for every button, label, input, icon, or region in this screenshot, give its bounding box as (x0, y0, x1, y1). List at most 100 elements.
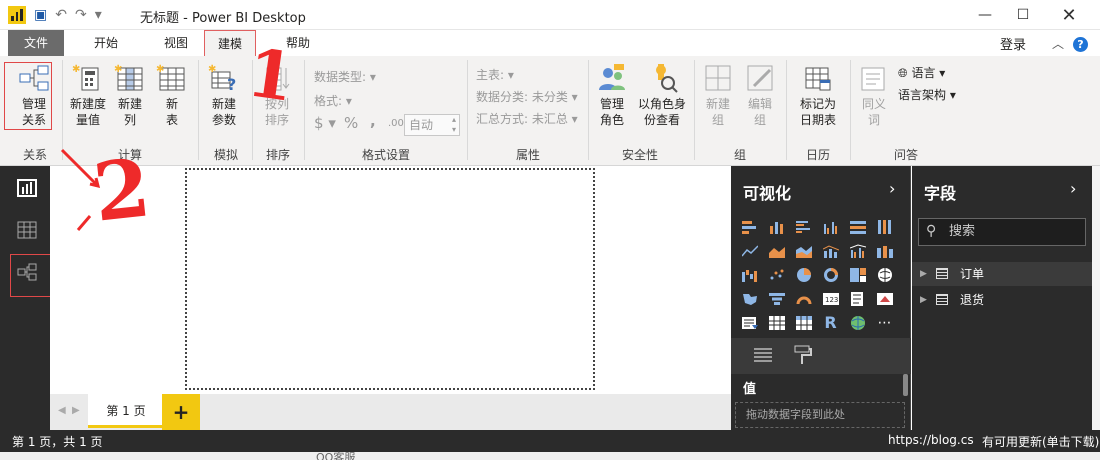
save-icon[interactable]: ▣ (34, 6, 47, 24)
filled-map-icon[interactable] (739, 288, 760, 309)
view-as-roles-button[interactable]: 以角色身 份查看 (634, 62, 690, 128)
maximize-button[interactable]: ☐ (1000, 0, 1046, 30)
area-chart-icon[interactable] (766, 240, 787, 261)
percent-format-button[interactable]: % (344, 114, 358, 132)
language-dropdown[interactable]: 🌐︎ 语言 ▾ (898, 64, 945, 81)
spinner-icon[interactable]: ▴ ▾ (452, 115, 456, 135)
currency-format-button[interactable]: $ ▾ (314, 114, 336, 132)
redo-icon[interactable]: ↷ (75, 6, 87, 24)
edit-group-icon (747, 65, 773, 91)
donut-chart-icon[interactable] (820, 264, 841, 285)
tab-view[interactable]: 视图 (148, 30, 204, 56)
tab-home[interactable]: 开始 (78, 30, 134, 56)
new-column-button[interactable]: ✱ 新建 列 (112, 62, 148, 128)
100-stacked-bar-icon[interactable] (847, 216, 868, 237)
group-label-calendars: 日历 (805, 148, 830, 162)
decimal-places-button[interactable]: .00 (388, 118, 404, 129)
help-icon[interactable]: ? (1073, 37, 1088, 52)
more-visuals-icon[interactable]: ⋯ (874, 312, 895, 333)
home-table-dropdown[interactable]: 主表: ▾ (476, 66, 514, 83)
ribbon-chart-icon[interactable] (874, 240, 895, 261)
data-type-dropdown[interactable]: 数据类型: ▾ (314, 68, 376, 85)
line-and-column-chart-icon[interactable] (820, 240, 841, 261)
treemap-icon[interactable] (847, 264, 868, 285)
undo-icon[interactable]: ↶ (55, 6, 67, 24)
collapse-visualizations-icon[interactable]: › (889, 179, 895, 198)
fields-wells-tab-icon[interactable] (753, 346, 773, 367)
stacked-bar-chart-icon[interactable] (739, 216, 760, 237)
new-group-button[interactable]: 新建 组 (700, 62, 736, 128)
customize-dropdown-icon[interactable]: ▾ (95, 6, 102, 24)
background-window-edge (1092, 166, 1100, 430)
report-page-canvas[interactable] (185, 168, 595, 390)
new-parameter-button[interactable]: ? ✱ 新建 参数 (204, 62, 244, 128)
stacked-column-chart-icon[interactable] (766, 216, 787, 237)
annotation-number-one: 1 (242, 33, 300, 117)
data-category-dropdown[interactable]: 数据分类: 未分类 ▾ (476, 88, 578, 105)
edit-group-label: 编辑 组 (747, 97, 772, 127)
data-view-icon[interactable] (17, 221, 37, 239)
page-tab-1[interactable]: 第 1 页 (88, 394, 164, 428)
expand-caret-icon[interactable]: ▶ (920, 262, 927, 286)
r-script-visual-icon[interactable]: R (820, 312, 841, 333)
matrix-icon[interactable] (793, 312, 814, 333)
arcgis-map-icon[interactable] (847, 312, 868, 333)
group-label-formatting: 格式设置 (361, 148, 410, 162)
page-tabs-bar: ◀ ▶ 第 1 页 + (50, 394, 731, 430)
manage-roles-button[interactable]: 管理 角色 (592, 62, 632, 128)
kpi-icon[interactable] (874, 288, 895, 309)
collapse-ribbon-icon[interactable]: ︿ (1052, 35, 1064, 52)
new-measure-button[interactable]: ✱ 新建度 量值 (66, 62, 110, 128)
currency-icon: $ (314, 114, 324, 132)
values-drop-zone[interactable]: 拖动数据字段到此处 (735, 402, 905, 428)
clustered-bar-chart-icon[interactable] (793, 216, 814, 237)
new-column-icon: ✱ (114, 64, 143, 91)
line-and-clustered-column-icon[interactable] (847, 240, 868, 261)
report-view-icon[interactable] (17, 179, 37, 197)
scroll-right-icon[interactable]: ▶ (72, 405, 80, 416)
linguistic-schema-dropdown[interactable]: 语言架构 ▾ (898, 86, 956, 103)
synonyms-button[interactable]: 同义 词 (856, 62, 892, 128)
fields-search-input[interactable]: 搜索 (918, 218, 1086, 246)
format-dropdown[interactable]: 格式: ▾ (314, 92, 352, 109)
group-label-properties: 属性 (515, 148, 540, 162)
new-table-button[interactable]: ✱ 新 表 (154, 62, 190, 128)
gauge-icon[interactable] (793, 288, 814, 309)
pie-chart-icon[interactable] (793, 264, 814, 285)
tab-file[interactable]: 文件 (8, 30, 64, 56)
comma-style-button[interactable]: , (370, 112, 376, 130)
table-icon[interactable] (766, 312, 787, 333)
scatter-chart-icon[interactable] (766, 264, 787, 285)
map-icon[interactable] (874, 264, 895, 285)
format-paint-roller-icon[interactable] (793, 344, 813, 369)
update-available-link[interactable]: 有可用更新(单击下载) (982, 433, 1099, 450)
decimal-places-input[interactable]: 自动 ▴ ▾ (404, 114, 460, 136)
edit-group-button[interactable]: 编辑 组 (742, 62, 778, 128)
scroll-left-icon[interactable]: ◀ (58, 405, 66, 416)
funnel-icon[interactable] (766, 288, 787, 309)
waterfall-chart-icon[interactable] (739, 264, 760, 285)
window-title: 无标题 - Power BI Desktop (140, 11, 306, 26)
login-link[interactable]: 登录 (1000, 34, 1026, 53)
multi-row-card-icon[interactable] (847, 288, 868, 309)
watermark-url: https://blog.cs (888, 433, 974, 447)
annotation-arrows (60, 148, 101, 231)
mark-as-date-table-button[interactable]: 标记为 日期表 (792, 62, 844, 128)
stacked-area-chart-icon[interactable] (793, 240, 814, 261)
report-canvas-area (50, 166, 731, 394)
100-stacked-column-icon[interactable] (874, 216, 895, 237)
field-table-returns[interactable]: ▶ 退货 (912, 288, 1092, 312)
slicer-icon[interactable] (739, 312, 760, 333)
group-label-whatif: 模拟 (213, 148, 238, 162)
card-icon[interactable]: 123 (820, 288, 841, 309)
line-chart-icon[interactable] (739, 240, 760, 261)
collapse-fields-icon[interactable]: › (1070, 179, 1076, 198)
clustered-column-chart-icon[interactable] (820, 216, 841, 237)
summarization-dropdown[interactable]: 汇总方式: 未汇总 ▾ (476, 110, 578, 127)
expand-caret-icon[interactable]: ▶ (920, 288, 927, 312)
add-page-button[interactable]: + (162, 394, 200, 430)
close-button[interactable]: ✕ (1046, 0, 1092, 30)
field-table-orders[interactable]: ▶ 订单 (912, 262, 1092, 286)
visualizations-scrollbar[interactable] (903, 374, 908, 396)
tab-modeling[interactable]: 建模 (204, 30, 256, 56)
